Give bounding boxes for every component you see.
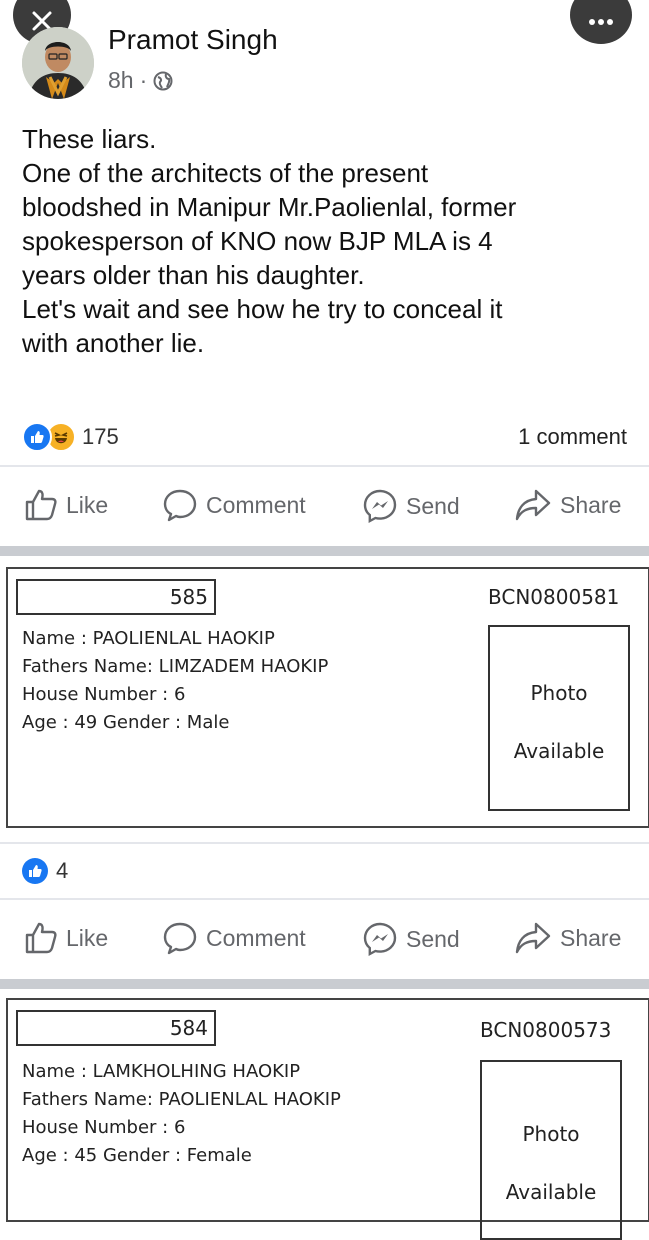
share-label: Share bbox=[560, 491, 622, 518]
divider bbox=[0, 465, 649, 467]
like-label: Like bbox=[66, 491, 109, 518]
like-button[interactable]: Like bbox=[24, 921, 108, 955]
comment-bubble-icon bbox=[163, 489, 197, 522]
meta-separator: · bbox=[139, 67, 148, 93]
reaction-count: 175 bbox=[82, 424, 119, 449]
serial-number: 584 bbox=[16, 1010, 216, 1046]
send-button[interactable]: Send bbox=[362, 488, 460, 524]
section-divider bbox=[0, 979, 649, 989]
comment-button[interactable]: Comment bbox=[162, 488, 306, 522]
reaction-summary[interactable]: 175 bbox=[22, 422, 119, 452]
post-text-line: Let's wait and see how he try to conceal… bbox=[22, 294, 503, 324]
post-text-line: One of the architects of the present bbox=[22, 158, 429, 188]
post-time[interactable]: 8h bbox=[108, 67, 134, 94]
divider bbox=[0, 842, 649, 844]
comment-label: Comment bbox=[206, 491, 306, 518]
like-reaction-icon bbox=[22, 858, 48, 884]
post-text-line: years older than his daughter. bbox=[22, 260, 365, 290]
like-reaction-icon bbox=[22, 422, 52, 452]
voter-name: Name : LAMKHOLHING HAOKIP bbox=[22, 1061, 301, 1082]
comment-count[interactable]: 1 comment bbox=[518, 424, 627, 450]
post-text-line: spokesperson of KNO now BJP MLA is 4 bbox=[22, 226, 493, 256]
author-name[interactable]: Pramot Singh bbox=[108, 24, 278, 56]
card-action-bar: Like Comment Send Share bbox=[0, 921, 649, 961]
share-arrow-icon bbox=[515, 489, 551, 521]
photo-label: Photo bbox=[530, 681, 588, 705]
epic-number: BCN0800581 bbox=[488, 585, 620, 609]
post-text-line: These liars. bbox=[22, 124, 157, 154]
comment-label: Comment bbox=[206, 924, 306, 951]
serial-number: 585 bbox=[16, 579, 216, 615]
share-button[interactable]: Share bbox=[514, 921, 621, 955]
share-button[interactable]: Share bbox=[514, 488, 621, 522]
photo-label: Photo bbox=[522, 1122, 580, 1146]
photo-placeholder: Photo Available bbox=[480, 1060, 622, 1240]
epic-number: BCN0800573 bbox=[480, 1018, 612, 1042]
voter-name: Name : PAOLIENLAL HAOKIP bbox=[22, 628, 275, 649]
voter-details: Name : LAMKHOLHING HAOKIP Fathers Name: … bbox=[22, 1058, 341, 1170]
voter-details: Name : PAOLIENLAL HAOKIP Fathers Name: L… bbox=[22, 625, 328, 737]
messenger-icon bbox=[363, 922, 397, 957]
send-label: Send bbox=[406, 492, 460, 519]
post-action-bar: Like Comment Send Share bbox=[0, 488, 649, 528]
voter-card[interactable]: 584 BCN0800573 Name : LAMKHOLHING HAOKIP… bbox=[6, 998, 649, 1240]
post-text: These liars. One of the architects of th… bbox=[22, 122, 622, 360]
post-meta: 8h · bbox=[108, 67, 173, 94]
section-divider bbox=[0, 546, 649, 556]
divider bbox=[0, 898, 649, 900]
thumbs-up-icon bbox=[25, 489, 57, 521]
voter-age-gender: Age : 49 Gender : Male bbox=[22, 712, 230, 733]
post-text-line: bloodshed in Manipur Mr.Paolienlal, form… bbox=[22, 192, 517, 222]
post-text-line: with another lie. bbox=[22, 328, 205, 358]
share-arrow-icon bbox=[515, 922, 551, 954]
share-label: Share bbox=[560, 924, 622, 951]
voter-house-number: House Number : 6 bbox=[22, 684, 186, 705]
thumbs-up-icon bbox=[25, 922, 57, 954]
like-label: Like bbox=[66, 924, 109, 951]
voter-house-number: House Number : 6 bbox=[22, 1117, 186, 1138]
voter-father-name: Fathers Name: PAOLIENLAL HAOKIP bbox=[22, 1089, 341, 1110]
more-options-icon bbox=[589, 19, 613, 25]
voter-age-gender: Age : 45 Gender : Female bbox=[22, 1145, 252, 1166]
comment-bubble-icon bbox=[163, 922, 197, 955]
voter-father-name: Fathers Name: LIMZADEM HAOKIP bbox=[22, 656, 329, 677]
messenger-icon bbox=[363, 489, 397, 524]
send-button[interactable]: Send bbox=[362, 921, 460, 957]
avatar[interactable] bbox=[22, 27, 94, 99]
photo-available-label: Available bbox=[513, 739, 605, 763]
card-like-count: 4 bbox=[56, 858, 69, 883]
like-button[interactable]: Like bbox=[24, 488, 108, 522]
voter-card[interactable]: 585 BCN0800581 Name : PAOLIENLAL HAOKIP … bbox=[6, 567, 649, 828]
card-reaction-summary[interactable]: 4 bbox=[22, 858, 68, 884]
comment-button[interactable]: Comment bbox=[162, 921, 306, 955]
more-options-button[interactable] bbox=[570, 0, 632, 44]
photo-available-label: Available bbox=[505, 1180, 597, 1204]
globe-icon bbox=[153, 71, 173, 90]
send-label: Send bbox=[406, 925, 460, 952]
photo-placeholder: Photo Available bbox=[488, 625, 630, 811]
